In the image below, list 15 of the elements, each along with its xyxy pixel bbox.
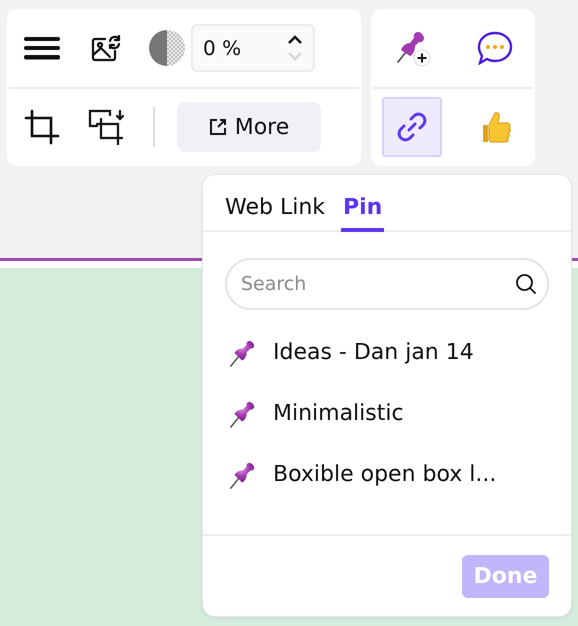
opacity-value: 0 % (203, 36, 242, 60)
opacity-field[interactable]: 0 % (191, 24, 315, 72)
increase-icon[interactable] (287, 34, 303, 45)
link-button[interactable] (382, 97, 442, 158)
search-icon (515, 273, 537, 295)
pin-item[interactable]: Minimalistic (225, 383, 549, 444)
external-link-icon (208, 118, 227, 136)
pin-item[interactable]: Ideas - Dan jan 14 (225, 322, 549, 383)
pin-item[interactable]: Boxible open box l... (225, 444, 549, 505)
tab[interactable]: Web Link (223, 193, 328, 232)
link-icon (394, 110, 428, 144)
more-button[interactable]: More (177, 102, 321, 152)
search-field[interactable]: Search (225, 258, 549, 310)
opacity-icon (149, 30, 185, 66)
tab[interactable]: Pin (341, 193, 384, 232)
